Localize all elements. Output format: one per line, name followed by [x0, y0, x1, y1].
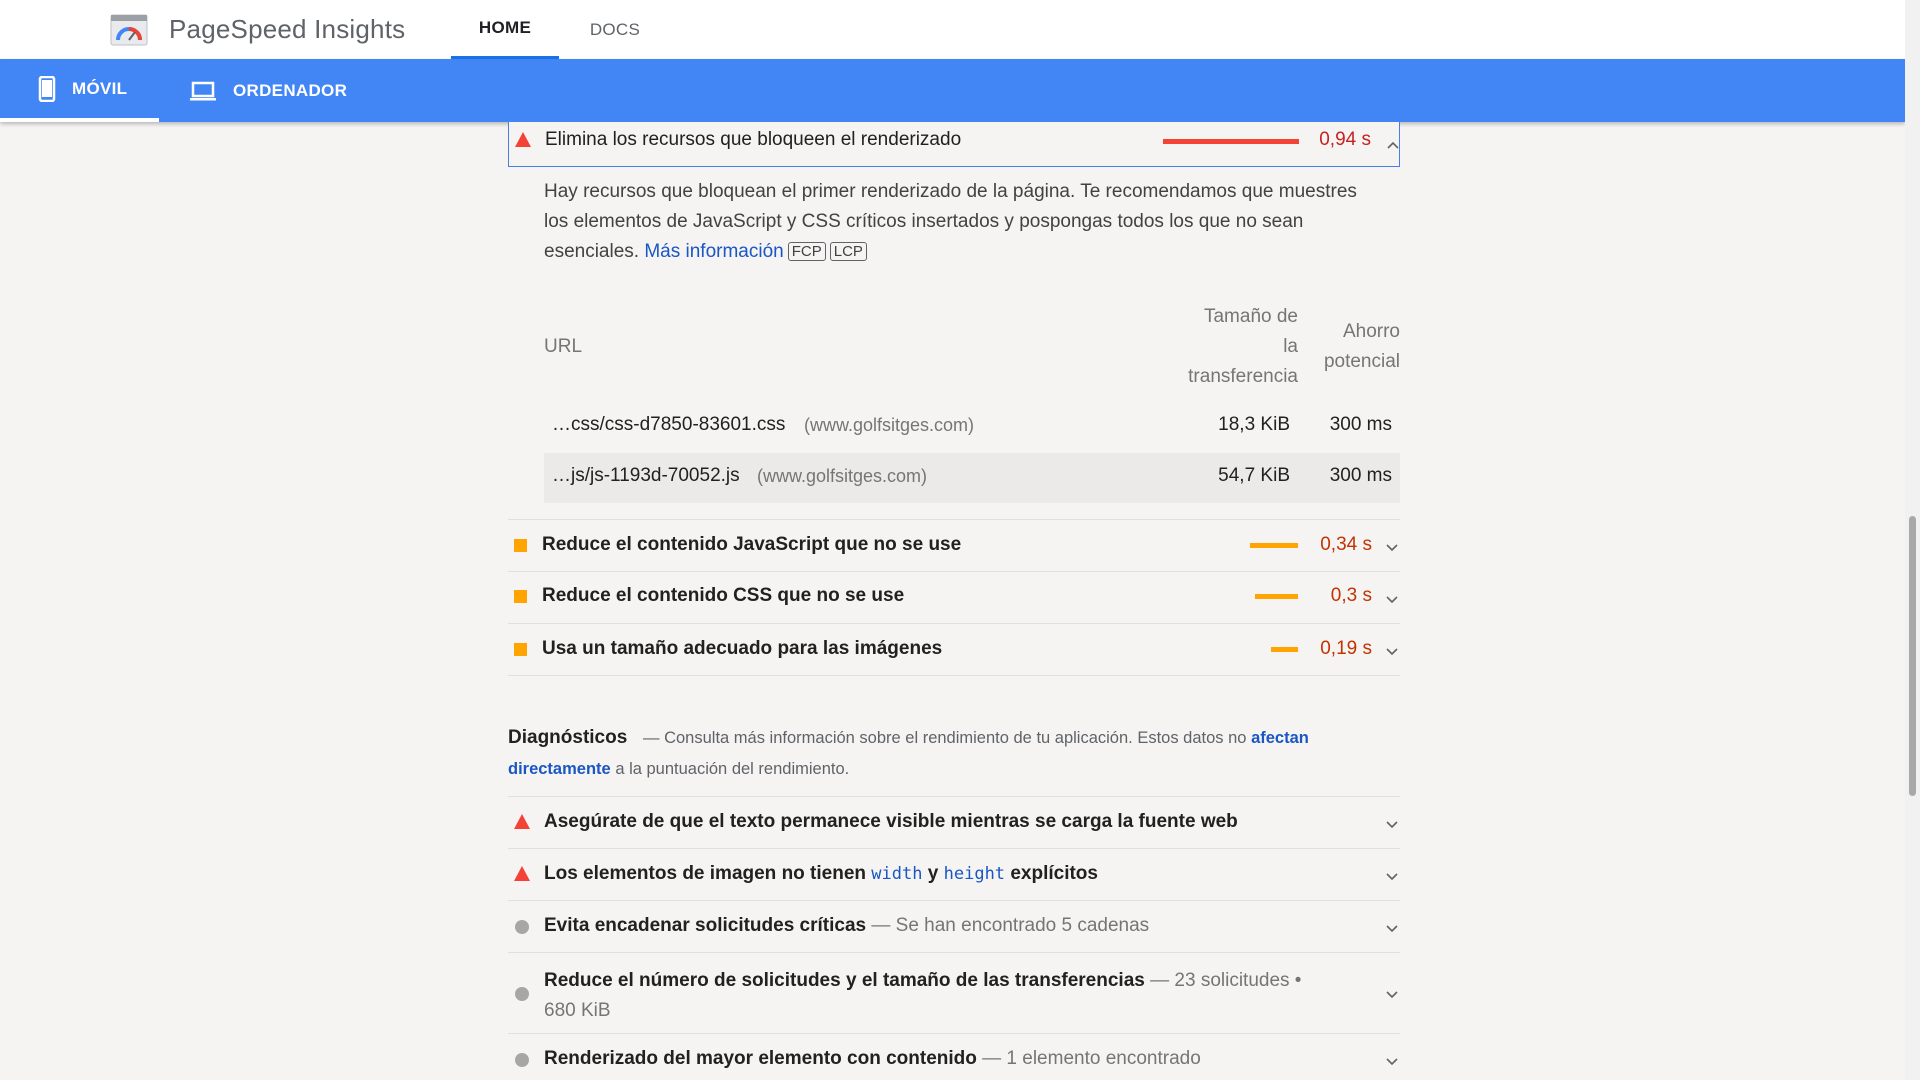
tab-docs[interactable]: DOCS — [575, 0, 655, 59]
audit-title: Asegúrate de que el texto permanece visi… — [544, 811, 1238, 832]
audit-subtitle-size: 680 KiB — [544, 1000, 611, 1021]
app-title: PageSpeed Insights — [169, 14, 406, 44]
audit-title-prefix: Los elementos de imagen no tienen — [544, 863, 867, 884]
chevron-down-icon[interactable] — [1384, 540, 1400, 556]
tab-desktop-label: ORDENADOR — [233, 80, 348, 100]
chevron-down-icon[interactable] — [1384, 817, 1400, 833]
info-circle-icon — [515, 1053, 529, 1067]
chevron-down-icon[interactable] — [1384, 1054, 1400, 1070]
audit-title-text: Reduce el número de solicitudes y el tam… — [544, 970, 1145, 991]
resource-size: 54,7 KiB — [1218, 465, 1290, 486]
audit-title-text: Evita encadenar solicitudes críticas — [544, 915, 867, 936]
audit-subtitle: — 1 elemento encontrado — [982, 1048, 1201, 1069]
audit-title: Los elementos de imagen no tienen width … — [544, 863, 1098, 885]
chevron-down-icon[interactable] — [1384, 592, 1400, 608]
chevron-down-icon[interactable] — [1384, 921, 1400, 937]
column-header-savings-line2: potencial — [1323, 351, 1400, 372]
audit-unused-js[interactable]: Reduce el contenido JavaScript que no se… — [508, 520, 1400, 571]
average-square-icon — [514, 539, 527, 552]
audit-description: Hay recursos que bloquean el primer rend… — [544, 177, 1384, 267]
column-header-transfer-size: Tamaño de la transferencia — [1148, 302, 1298, 392]
scrollbar-thumb[interactable] — [1909, 516, 1916, 796]
tag-fcp: FCP — [787, 242, 826, 261]
savings-bar — [1250, 543, 1298, 548]
resource-host: (www.golfsitges.com) — [757, 466, 928, 486]
audit-title: Reduce el contenido JavaScript que no se… — [542, 534, 962, 555]
savings-value: 0,94 s — [1319, 129, 1371, 150]
tag-lcp: LCP — [829, 242, 867, 261]
device-tab-bar: MÓVIL ORDENADOR — [0, 59, 1905, 122]
resource-size: 18,3 KiB — [1218, 414, 1290, 435]
audit-title-conjunction: y — [927, 863, 939, 884]
info-circle-icon — [515, 920, 529, 934]
tab-desktop[interactable]: ORDENADOR — [189, 59, 369, 122]
audit-subtitle: — Se han encontrado 5 cadenas — [871, 915, 1150, 936]
smartphone-icon — [38, 75, 56, 102]
pagespeed-logo-icon[interactable] — [110, 14, 148, 46]
audit-title: Renderizado del mayor elemento con conte… — [544, 1048, 1201, 1070]
audit-render-blocking-header[interactable]: Elimina los recursos que bloqueen el ren… — [508, 122, 1400, 167]
chevron-up-icon[interactable] — [1385, 137, 1401, 153]
audit-critical-chains[interactable]: Evita encadenar solicitudes críticas — S… — [508, 901, 1400, 952]
tab-mobile-label: MÓVIL — [72, 78, 128, 98]
tab-mobile[interactable]: MÓVIL — [0, 59, 159, 122]
chevron-down-icon[interactable] — [1384, 869, 1400, 885]
resource-host: (www.golfsitges.com) — [804, 415, 975, 435]
audit-title: Reduce el número de solicitudes y el tam… — [544, 966, 1324, 1026]
divider — [508, 675, 1400, 676]
audit-title: Reduce el contenido CSS que no se use — [542, 585, 905, 606]
info-circle-icon — [515, 987, 529, 1001]
column-header-savings-line1: Ahorro — [1342, 321, 1400, 342]
affects-link[interactable]: afectan — [1251, 729, 1309, 747]
audit-title: Evita encadenar solicitudes críticas — S… — [544, 915, 1149, 937]
directly-link[interactable]: directamente — [508, 760, 611, 778]
audit-image-sizes[interactable]: Usa un tamaño adecuado para las imágenes… — [508, 624, 1400, 675]
savings-bar — [1271, 647, 1298, 652]
average-square-icon — [514, 643, 527, 656]
column-header-transfer-line3: transferencia — [1188, 366, 1298, 387]
savings-value: 0,3 s — [1330, 585, 1372, 606]
section-description: — Consulta más información sobre el rend… — [508, 723, 1400, 785]
resource-savings: 300 ms — [1329, 465, 1392, 486]
table-row: …js/js-1193d-70052.js (www.golfsitges.co… — [544, 453, 1400, 503]
audit-title-suffix: explícitos — [1010, 863, 1098, 884]
savings-bar — [1255, 594, 1298, 599]
code-width: width — [871, 864, 923, 884]
resource-url[interactable]: …css/css-d7850-83601.css — [552, 414, 785, 436]
chevron-down-icon[interactable] — [1384, 644, 1400, 660]
audit-title: Elimina los recursos que bloqueen el ren… — [545, 129, 962, 150]
audit-title-text: Renderizado del mayor elemento con conte… — [544, 1048, 977, 1069]
audit-font-display[interactable]: Asegúrate de que el texto permanece visi… — [508, 797, 1400, 848]
learn-more-link[interactable]: Más información — [644, 241, 783, 262]
table-row: …css/css-d7850-83601.css (www.golfsitges… — [544, 402, 1400, 452]
column-header-transfer-line2: la — [1283, 336, 1298, 357]
savings-bar — [1163, 139, 1299, 144]
average-square-icon — [514, 590, 527, 603]
chevron-down-icon[interactable] — [1384, 987, 1400, 1003]
section-description-prefix: — Consulta más información sobre el rend… — [643, 729, 1247, 747]
column-header-savings: Ahorro potencial — [1308, 317, 1400, 377]
resource-savings: 300 ms — [1329, 414, 1392, 435]
fail-triangle-icon — [515, 132, 531, 147]
tab-home[interactable]: HOME — [451, 0, 559, 59]
fail-triangle-icon — [514, 866, 530, 881]
resource-url[interactable]: …js/js-1193d-70052.js — [552, 465, 740, 487]
laptop-icon — [190, 81, 216, 100]
audit-title: Usa un tamaño adecuado para las imágenes — [542, 638, 943, 659]
code-height: height — [943, 864, 1006, 884]
audit-resource-summary[interactable]: Reduce el número de solicitudes y el tam… — [508, 953, 1400, 1033]
column-header-url: URL — [544, 336, 583, 357]
section-description-suffix: a la puntuación del rendimiento. — [615, 760, 850, 778]
savings-value: 0,19 s — [1320, 638, 1372, 659]
savings-value: 0,34 s — [1320, 534, 1372, 555]
column-header-transfer-line1: Tamaño de — [1203, 306, 1298, 327]
audit-largest-contentful-paint[interactable]: Renderizado del mayor elemento con conte… — [508, 1034, 1400, 1080]
audit-unused-css[interactable]: Reduce el contenido CSS que no se use 0,… — [508, 572, 1400, 623]
top-app-bar: PageSpeed Insights HOME DOCS — [0, 0, 1905, 59]
audit-unsized-images[interactable]: Los elementos de imagen no tienen width … — [508, 849, 1400, 900]
audit-subtitle: — 23 solicitudes • — [1150, 970, 1302, 991]
fail-triangle-icon — [514, 814, 530, 829]
